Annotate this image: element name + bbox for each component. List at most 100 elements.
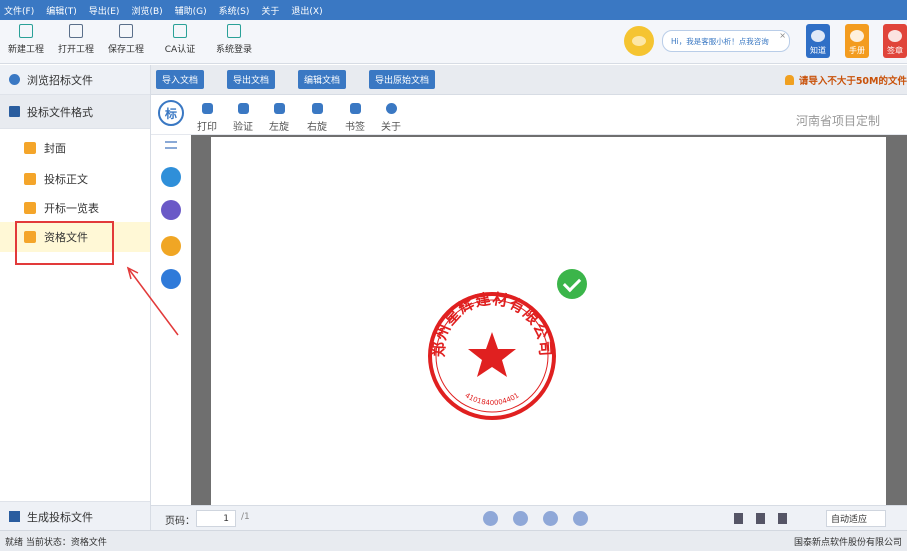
side-tool-strip xyxy=(151,135,191,505)
size-warning: 请导入不大于50M的文件 xyxy=(784,73,907,87)
page-total: /1 xyxy=(241,512,250,522)
single-page-icon[interactable] xyxy=(734,513,743,524)
verified-check-icon xyxy=(557,269,587,299)
generate-bid-button[interactable]: 生成投标文件 xyxy=(0,501,150,531)
rotate-right-button[interactable]: 右旋 xyxy=(302,103,332,133)
system-login-button[interactable]: 系统登录 xyxy=(212,24,256,55)
action-bar: 导入文档 导出文档 编辑文档 导出原始文档 请导入不大于50M的文件 xyxy=(151,65,907,95)
menu-icon[interactable] xyxy=(165,141,177,149)
system-login-label: 系统登录 xyxy=(215,45,252,55)
menu-system[interactable]: 系统(S) xyxy=(219,4,250,17)
rotate-left-icon xyxy=(273,103,285,114)
highlight-annotation xyxy=(15,221,114,265)
new-project-icon xyxy=(19,24,33,38)
menu-export[interactable]: 导出(E) xyxy=(89,4,120,17)
export-original-button[interactable]: 导出原始文档 xyxy=(369,70,436,89)
tree-item-cover[interactable]: 封面 xyxy=(0,133,150,163)
tree-item-label: 投标正文 xyxy=(44,173,88,186)
zoom-select[interactable]: 自动适应 xyxy=(826,510,886,527)
first-page-icon[interactable] xyxy=(483,511,498,526)
app-logo: 标 xyxy=(158,100,184,126)
fit-page-icon[interactable] xyxy=(778,513,787,524)
open-project-icon xyxy=(69,24,83,38)
bookmark-label: 书签 xyxy=(345,122,365,133)
region-label: 河南省项目定制 xyxy=(795,114,880,128)
assistant-greeting: Hi，我是客服小析！点我咨询 xyxy=(671,36,769,46)
size-warning-text: 请导入不大于50M的文件 xyxy=(798,76,907,87)
left-panel: 浏览招标文件 投标文件格式 封面 投标正文 开标一览表 资格文件 生成投标文件 xyxy=(0,65,151,531)
menu-bar: 文件(F) 编辑(T) 导出(E) 浏览(B) 辅助(G) 系统(S) 关于 退… xyxy=(0,0,907,20)
file-icon xyxy=(9,511,20,522)
svg-text:4101840004401: 4101840004401 xyxy=(463,391,520,407)
grid-icon[interactable] xyxy=(161,200,181,220)
import-doc-button[interactable]: 导入文档 xyxy=(156,70,205,89)
menu-browse[interactable]: 浏览(B) xyxy=(131,4,162,17)
zhidao-button[interactable]: 知道 xyxy=(806,24,830,58)
import-doc-label: 导入文档 xyxy=(162,76,199,86)
page-label: 页码： xyxy=(165,516,195,527)
status-bar: 就绪 当前状态：资格文件 国泰新点软件股份有限公司 xyxy=(0,530,907,551)
zhidao-label: 知道 xyxy=(810,46,826,55)
signature-icon xyxy=(888,30,902,42)
manual-button[interactable]: 手册 xyxy=(845,24,869,58)
fit-width-icon[interactable] xyxy=(756,513,765,524)
menu-exit[interactable]: 退出(X) xyxy=(291,4,322,17)
search-icon[interactable] xyxy=(161,269,181,289)
next-page-icon[interactable] xyxy=(543,511,558,526)
company-seal: 郑州星辉建材有限公司 4101840004401 xyxy=(428,290,556,420)
rotate-right-icon xyxy=(311,103,323,114)
viewer-about-button[interactable]: 关于 xyxy=(376,103,406,133)
document-icon[interactable] xyxy=(161,167,181,187)
menu-file[interactable]: 文件(F) xyxy=(4,4,34,17)
format-section-header[interactable]: 投标文件格式 xyxy=(0,95,150,129)
assistant-bubble[interactable]: Hi，我是客服小析！点我咨询 × xyxy=(662,30,790,52)
export-original-label: 导出原始文档 xyxy=(375,76,430,86)
tree-item-bid-list[interactable]: 开标一览表 xyxy=(0,193,150,223)
status-text: 就绪 当前状态：资格文件 xyxy=(5,537,107,548)
close-icon[interactable]: × xyxy=(779,31,786,40)
save-project-label: 保存工程 xyxy=(107,45,144,55)
shield-icon xyxy=(237,103,249,114)
bookmark-button[interactable]: 书签 xyxy=(340,103,370,133)
browse-tender-button[interactable]: 浏览招标文件 xyxy=(0,65,150,95)
browse-tender-label: 浏览招标文件 xyxy=(27,73,93,87)
open-project-label: 打开工程 xyxy=(57,45,94,55)
edit-doc-button[interactable]: 编辑文档 xyxy=(298,70,347,89)
eye-icon xyxy=(9,74,20,85)
signature-label: 签章 xyxy=(887,46,903,55)
new-project-button[interactable]: 新建工程 xyxy=(4,24,48,55)
menu-edit[interactable]: 编辑(T) xyxy=(46,4,77,17)
rotate-right-label: 右旋 xyxy=(307,122,327,133)
verify-button[interactable]: 验证 xyxy=(228,103,258,133)
zhidao-icon xyxy=(811,30,825,42)
print-button[interactable]: 打印 xyxy=(192,103,222,133)
menu-about[interactable]: 关于 xyxy=(261,4,279,17)
assistant-mascot-icon[interactable] xyxy=(624,26,654,56)
format-section-label: 投标文件格式 xyxy=(27,105,93,119)
edit-doc-label: 编辑文档 xyxy=(304,76,341,86)
seal-number: 4101840004401 xyxy=(463,391,520,407)
rotate-left-button[interactable]: 左旋 xyxy=(264,103,294,133)
page-nav-bar: 页码： 1 /1 自动适应 xyxy=(151,505,907,530)
ca-auth-button[interactable]: CA认证 xyxy=(158,24,202,55)
tree-item-label: 封面 xyxy=(44,142,66,155)
export-doc-label: 导出文档 xyxy=(233,76,270,86)
prev-page-icon[interactable] xyxy=(513,511,528,526)
page-input[interactable]: 1 xyxy=(196,510,236,527)
save-project-button[interactable]: 保存工程 xyxy=(104,24,148,55)
print-label: 打印 xyxy=(197,122,217,133)
save-icon xyxy=(119,24,133,38)
print-icon xyxy=(201,103,213,114)
verify-label: 验证 xyxy=(233,122,253,133)
bookmark-icon xyxy=(349,103,361,114)
menu-assist[interactable]: 辅助(G) xyxy=(175,4,207,17)
bell-icon xyxy=(784,75,794,85)
login-icon xyxy=(227,24,241,38)
tree-item-body[interactable]: 投标正文 xyxy=(0,164,150,194)
edit-icon xyxy=(9,106,20,117)
export-doc-button[interactable]: 导出文档 xyxy=(227,70,276,89)
pencil-icon[interactable] xyxy=(161,236,181,256)
signature-button[interactable]: 签章 xyxy=(883,24,907,58)
open-project-button[interactable]: 打开工程 xyxy=(54,24,98,55)
last-page-icon[interactable] xyxy=(573,511,588,526)
